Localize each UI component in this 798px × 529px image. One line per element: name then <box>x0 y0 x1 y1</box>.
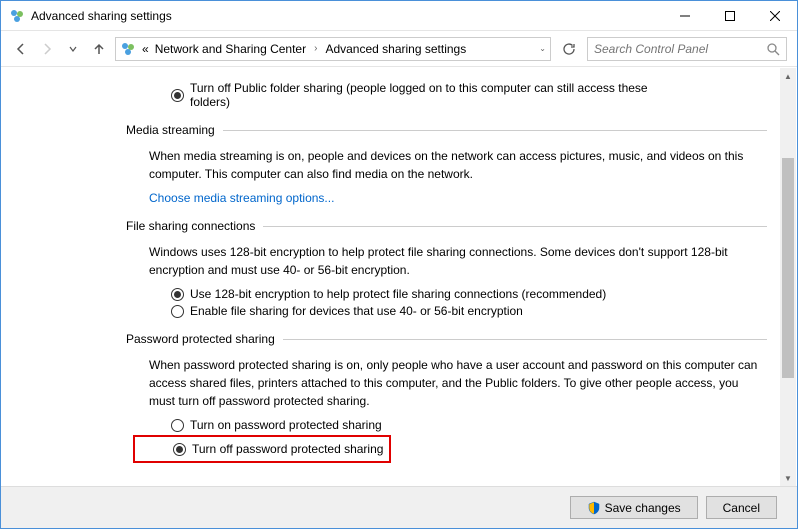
password-sharing-on-radio[interactable]: Turn on password protected sharing <box>171 418 767 432</box>
up-button[interactable] <box>89 39 109 59</box>
media-streaming-heading: Media streaming <box>126 123 767 137</box>
button-label: Cancel <box>723 501 760 515</box>
shield-icon <box>587 501 601 515</box>
radio-icon <box>173 443 186 456</box>
breadcrumb[interactable]: « Network and Sharing Center › Advanced … <box>115 37 551 61</box>
public-folder-off-radio[interactable]: Turn off Public folder sharing (people l… <box>171 81 767 109</box>
file-sharing-desc: Windows uses 128-bit encryption to help … <box>149 243 767 279</box>
recent-dropdown[interactable] <box>63 39 83 59</box>
encryption-40-56-radio[interactable]: Enable file sharing for devices that use… <box>171 304 767 318</box>
password-sharing-heading: Password protected sharing <box>126 332 767 346</box>
back-button[interactable] <box>11 39 31 59</box>
radio-label: Turn on password protected sharing <box>190 418 382 432</box>
window: Advanced sharing settings « Network and … <box>0 0 798 529</box>
file-sharing-heading: File sharing connections <box>126 219 767 233</box>
search-icon <box>766 42 780 56</box>
highlight-box: Turn off password protected sharing <box>133 435 391 463</box>
radio-label: Turn off password protected sharing <box>192 442 383 456</box>
breadcrumb-dropdown[interactable]: ⌄ <box>535 44 546 53</box>
save-changes-button[interactable]: Save changes <box>570 496 698 519</box>
encryption-128-radio[interactable]: Use 128-bit encryption to help protect f… <box>171 287 767 301</box>
button-label: Save changes <box>605 501 681 515</box>
maximize-button[interactable] <box>707 1 752 30</box>
password-sharing-off-radio[interactable]: Turn off password protected sharing <box>173 442 383 456</box>
scroll-up-arrow[interactable]: ▲ <box>780 68 796 84</box>
forward-button[interactable] <box>37 39 57 59</box>
media-streaming-desc: When media streaming is on, people and d… <box>149 147 767 183</box>
refresh-button[interactable] <box>557 37 581 61</box>
radio-label: Turn off Public folder sharing (people l… <box>190 81 670 109</box>
media-streaming-options-link[interactable]: Choose media streaming options... <box>149 191 767 205</box>
radio-label: Use 128-bit encryption to help protect f… <box>190 287 606 301</box>
close-button[interactable] <box>752 1 797 30</box>
chevron-right-icon: › <box>310 43 321 54</box>
scroll-down-arrow[interactable]: ▼ <box>780 470 796 486</box>
minimize-button[interactable] <box>662 1 707 30</box>
radio-icon <box>171 89 184 102</box>
search-input[interactable] <box>594 42 766 56</box>
breadcrumb-icon <box>120 41 136 57</box>
footer: Save changes Cancel <box>1 486 797 528</box>
app-icon <box>9 8 25 24</box>
navbar: « Network and Sharing Center › Advanced … <box>1 31 797 67</box>
radio-icon <box>171 288 184 301</box>
content-area: Turn off Public folder sharing (people l… <box>1 68 797 486</box>
scroll-thumb[interactable] <box>782 158 794 378</box>
scrollbar[interactable]: ▲ ▼ <box>780 68 796 486</box>
search-box[interactable] <box>587 37 787 61</box>
window-title: Advanced sharing settings <box>31 9 662 23</box>
breadcrumb-item-2[interactable]: Advanced sharing settings <box>323 42 468 56</box>
password-sharing-desc: When password protected sharing is on, o… <box>149 356 767 410</box>
breadcrumb-item-1[interactable]: Network and Sharing Center <box>153 42 308 56</box>
radio-icon <box>171 305 184 318</box>
titlebar: Advanced sharing settings <box>1 1 797 31</box>
radio-label: Enable file sharing for devices that use… <box>190 304 523 318</box>
cancel-button[interactable]: Cancel <box>706 496 777 519</box>
radio-icon <box>171 419 184 432</box>
breadcrumb-prefix[interactable]: « <box>140 42 151 56</box>
